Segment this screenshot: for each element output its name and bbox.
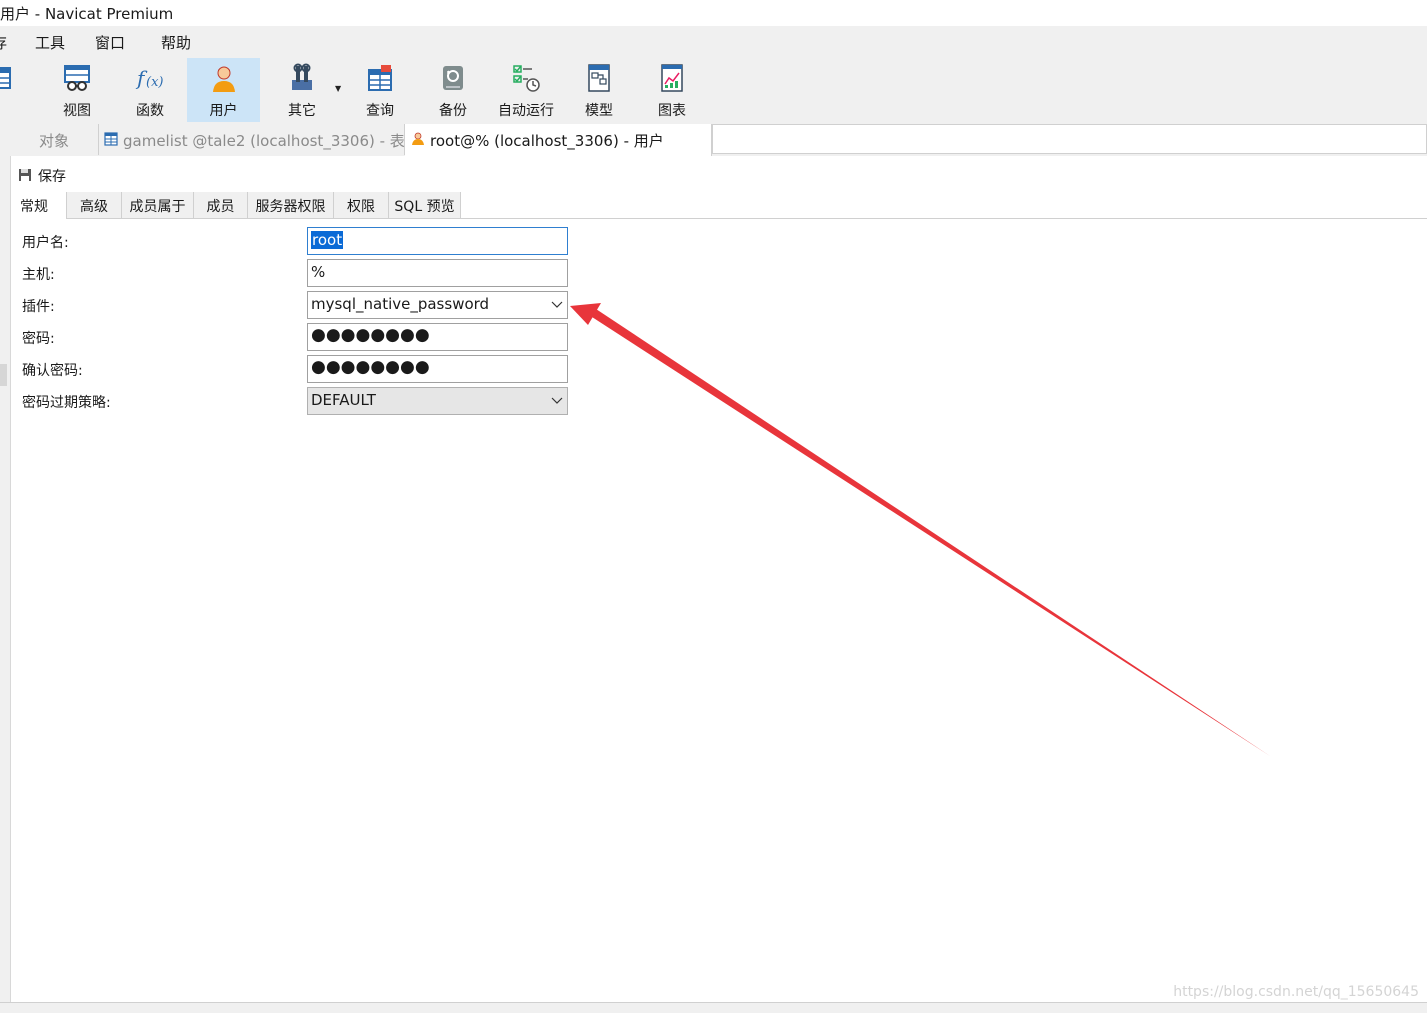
watermark: https://blog.csdn.net/qq_15650645 [1173, 984, 1419, 1000]
annotation-arrow-shaft [592, 309, 1270, 756]
annotation-arrow [570, 303, 1270, 756]
status-bar [0, 1002, 1427, 1013]
